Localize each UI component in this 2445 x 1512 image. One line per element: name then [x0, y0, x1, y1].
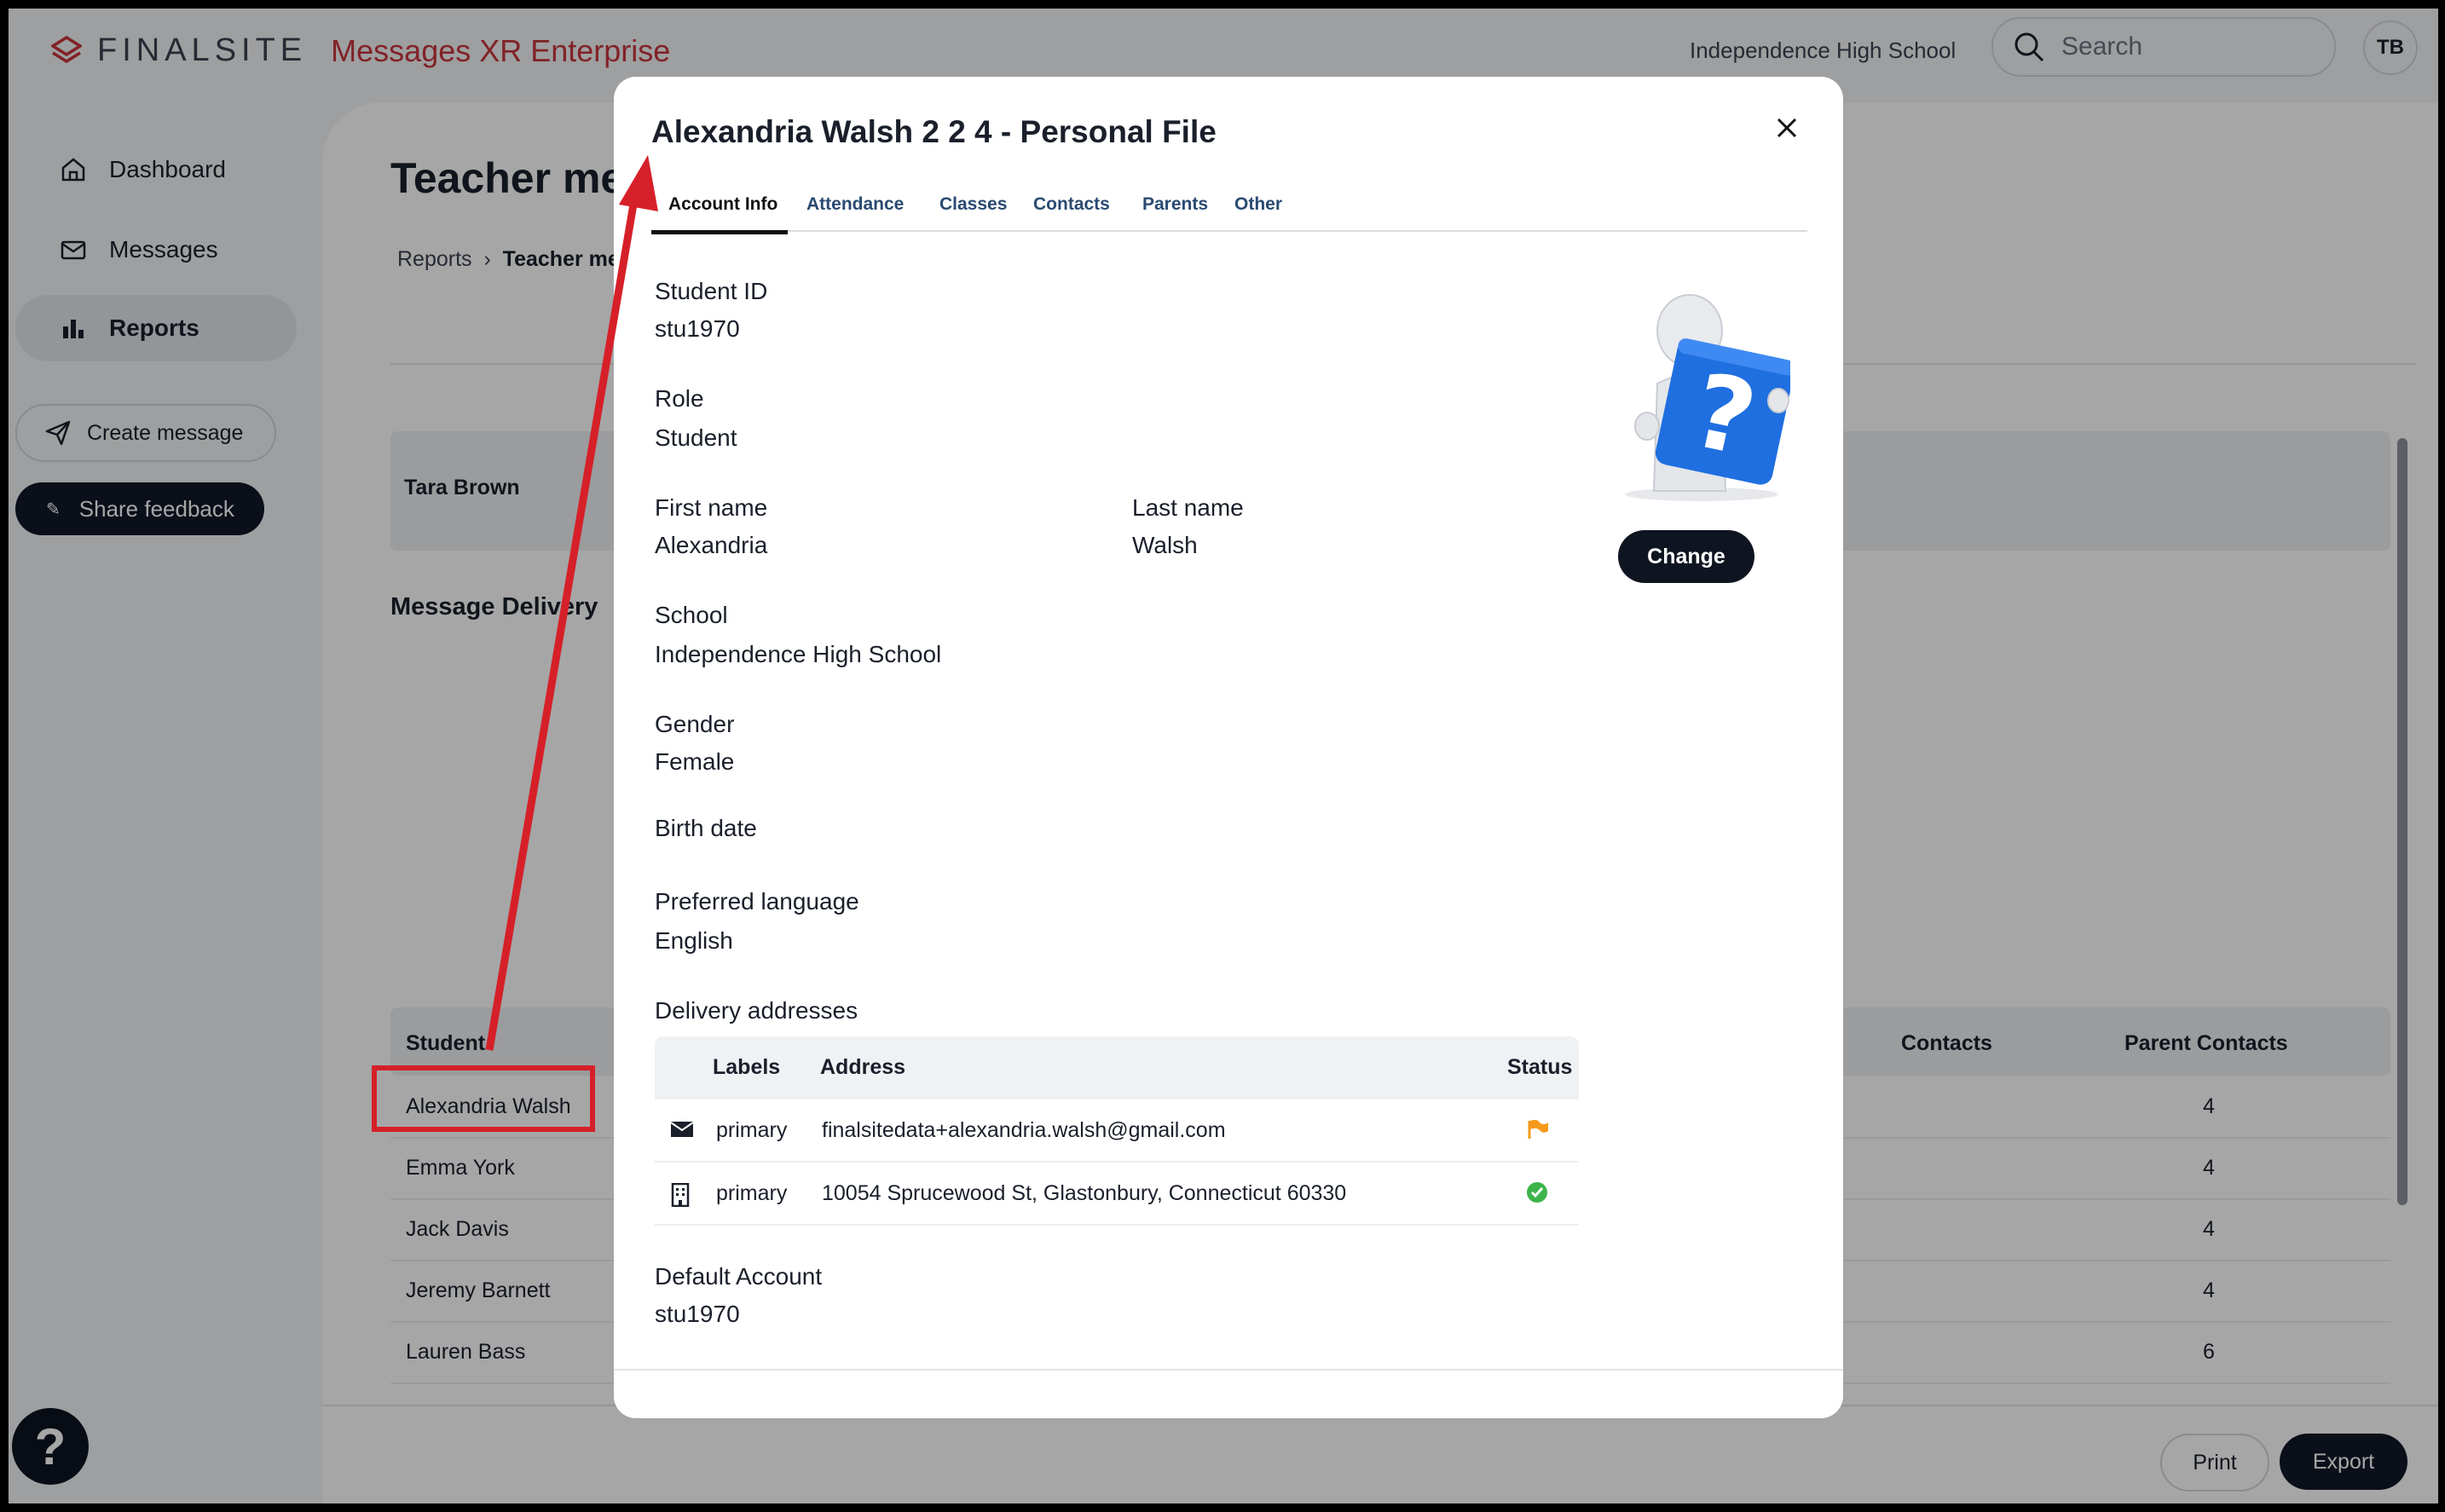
tab-label: Parents: [1142, 194, 1209, 214]
first-name-label: First name: [655, 494, 768, 521]
delivery-addresses-label: Delivery addresses: [655, 997, 858, 1024]
question-mark-placeholder-icon: ?: [1625, 294, 1795, 501]
change-photo-button[interactable]: Change: [1618, 530, 1754, 583]
tab-label: Account Info: [668, 194, 778, 214]
delivery-table-header: Labels Address Status: [655, 1036, 1579, 1099]
tab-account-info[interactable]: Account Info: [651, 189, 788, 234]
student-id-label: Student ID: [655, 278, 768, 304]
preferred-language-label: Preferred language: [655, 888, 859, 915]
last-name-label: Last name: [1132, 494, 1244, 521]
annotation-highlight-box: [372, 1065, 595, 1132]
tab-bar: Account Info Attendance Classes Contacts…: [651, 189, 1807, 234]
flag-icon: [1526, 1118, 1550, 1145]
last-name-value: Walsh: [1132, 532, 1198, 558]
school-label: School: [655, 602, 728, 628]
school-value: Independence High School: [655, 641, 942, 667]
role-value: Student: [655, 424, 737, 451]
tab-label: Attendance: [806, 194, 905, 214]
address-label: primary: [716, 1181, 788, 1205]
address-value: finalsitedata+alexandria.walsh@gmail.com: [822, 1118, 1226, 1142]
modal-title: Alexandria Walsh 2 2 4 - Personal File: [651, 114, 1217, 149]
modal-footer-divider: [614, 1369, 1843, 1371]
tab-label: Classes: [939, 194, 1008, 214]
default-account-value: stu1970: [655, 1301, 740, 1327]
close-icon: [1777, 118, 1797, 138]
first-name-value: Alexandria: [655, 532, 768, 558]
close-button[interactable]: [1768, 109, 1806, 147]
tab-classes[interactable]: Classes: [939, 189, 1007, 230]
column-header-labels: Labels: [713, 1055, 781, 1079]
birth-date-label: Birth date: [655, 815, 757, 841]
preferred-language-value: English: [655, 927, 733, 954]
tab-label: Other: [1234, 194, 1283, 214]
delivery-addresses-table: Labels Address Status primary finalsited…: [655, 1036, 1579, 1226]
gender-value: Female: [655, 748, 735, 775]
tab-attendance[interactable]: Attendance: [806, 189, 904, 230]
tab-other[interactable]: Other: [1234, 189, 1282, 230]
tab-contacts[interactable]: Contacts: [1033, 189, 1110, 230]
student-photo: ?: [1613, 290, 1795, 503]
building-icon: [670, 1182, 691, 1211]
personal-file-modal: Alexandria Walsh 2 2 4 - Personal File A…: [614, 77, 1843, 1418]
delivery-address-row[interactable]: primary 10054 Sprucewood St, Glastonbury…: [655, 1163, 1579, 1226]
column-header-address: Address: [820, 1055, 906, 1079]
default-account-label: Default Account: [655, 1263, 823, 1290]
tab-label: Contacts: [1033, 194, 1110, 214]
address-value: 10054 Sprucewood St, Glastonbury, Connec…: [822, 1181, 1347, 1205]
role-label: Role: [655, 385, 704, 412]
address-label: primary: [716, 1118, 788, 1142]
tab-parents[interactable]: Parents: [1142, 189, 1208, 230]
gender-label: Gender: [655, 711, 735, 737]
envelope-icon: [670, 1120, 694, 1143]
check-circle-icon: [1526, 1181, 1548, 1208]
student-id-value: stu1970: [655, 315, 740, 342]
delivery-address-row[interactable]: primary finalsitedata+alexandria.walsh@g…: [655, 1099, 1579, 1163]
column-header-status: Status: [1507, 1055, 1573, 1079]
